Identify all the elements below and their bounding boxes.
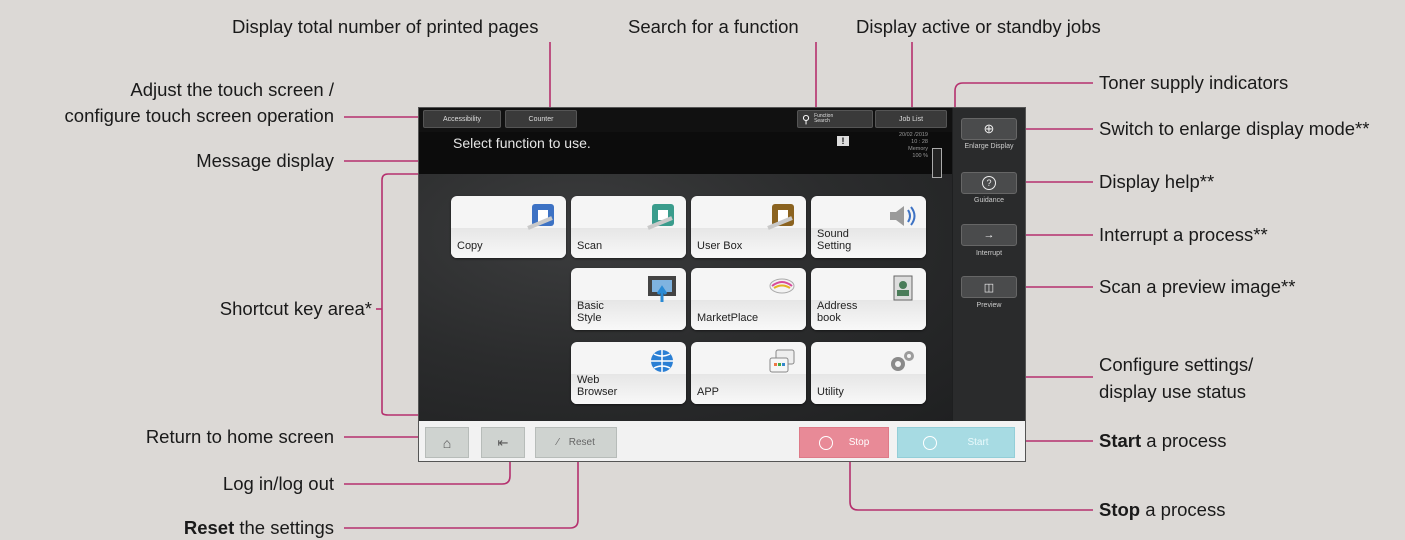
zoom-in-icon: ⊕ xyxy=(983,121,995,136)
tile-label: Copy xyxy=(457,240,483,252)
callout-total-pages: Display total number of printed pages xyxy=(232,16,539,37)
function-search-label: Function Search xyxy=(814,113,834,124)
callout-adjust-touch-line2: configure touch screen operation xyxy=(64,105,334,126)
callout-stop-rest: a process xyxy=(1140,499,1226,520)
basic-style-icon xyxy=(648,276,676,302)
callout-toner: Toner supply indicators xyxy=(1099,72,1289,93)
stop-icon xyxy=(818,435,833,450)
enlarge-display-label: Enlarge Display xyxy=(964,143,1014,150)
preview-label: Preview xyxy=(976,302,1002,309)
status-info: 20/02 /2019 10 : 28 Memory 100 % xyxy=(876,132,928,160)
home-icon: ⌂ xyxy=(442,434,452,451)
callout-start: Start a process xyxy=(1099,429,1227,453)
tile-scan[interactable]: Scan xyxy=(571,196,686,258)
guidance-label: Guidance xyxy=(974,197,1004,204)
tile-label: Sound Setting xyxy=(817,228,852,252)
callout-reset-rest: the settings xyxy=(234,517,334,538)
control-panel: Accessibility Counter ⚲ Function Search … xyxy=(418,107,1026,462)
tile-web-browser[interactable]: Web Browser xyxy=(571,342,686,404)
reset-button[interactable]: ⁄ Reset xyxy=(535,427,617,458)
touch-screen: Accessibility Counter ⚲ Function Search … xyxy=(419,108,952,421)
top-bar: Accessibility Counter ⚲ Function Search … xyxy=(419,108,952,132)
tile-app[interactable]: APP xyxy=(691,342,806,404)
tile-sound-setting[interactable]: Sound Setting xyxy=(811,196,926,258)
preview-icon: ◫ xyxy=(983,281,995,294)
callout-display-help: Display help** xyxy=(1099,171,1215,192)
toner-indicator xyxy=(932,148,942,178)
login-icon: ⇤ xyxy=(497,434,509,450)
user-box-icon xyxy=(767,204,794,230)
tile-user-box[interactable]: User Box xyxy=(691,196,806,258)
start-icon xyxy=(923,435,938,450)
help-icon: ? xyxy=(982,176,996,190)
tile-label: Web Browser xyxy=(577,374,618,398)
callout-enlarge: Switch to enlarge display mode** xyxy=(1099,118,1370,139)
tile-label: MarketPlace xyxy=(697,312,759,324)
tile-label: Address book xyxy=(817,300,858,324)
callout-configure-line2: display use status xyxy=(1099,381,1247,402)
start-label: Start xyxy=(967,437,989,448)
stop-label: Stop xyxy=(848,437,870,448)
tile-label: APP xyxy=(697,386,720,398)
callout-stop-bold: Stop xyxy=(1099,499,1141,520)
marketplace-icon xyxy=(769,278,795,294)
callout-shortcut-area: Shortcut key area* xyxy=(219,298,372,319)
callout-active-jobs: Display active or standby jobs xyxy=(856,16,1101,37)
globe-icon xyxy=(651,350,673,372)
callout-adjust-touch-line1: Adjust the touch screen / xyxy=(130,79,334,100)
reset-label: Reset xyxy=(568,437,595,448)
tile-address-book[interactable]: Address book xyxy=(811,268,926,330)
interrupt-button[interactable]: → xyxy=(961,224,1017,246)
callout-start-rest: a process xyxy=(1141,430,1227,451)
search-icon: ⚲ xyxy=(802,113,811,126)
reset-icon: ⁄ xyxy=(557,437,559,448)
callout-search-function: Search for a function xyxy=(628,16,799,37)
tile-utility[interactable]: Utility xyxy=(811,342,926,404)
warning-icon: ! xyxy=(837,136,849,146)
callout-return-home: Return to home screen xyxy=(145,426,334,447)
callout-configure-line1: Configure settings/ xyxy=(1099,354,1254,375)
address-book-icon xyxy=(893,275,913,301)
preview-button[interactable]: ◫ xyxy=(961,276,1017,298)
interrupt-icon: → xyxy=(983,229,995,241)
copy-icon xyxy=(527,204,554,230)
tile-label: Basic Style xyxy=(577,300,604,324)
counter-button[interactable]: Counter xyxy=(505,110,577,128)
status-date: 20/02 /2019 xyxy=(898,132,928,138)
callout-reset: Reset the settings xyxy=(0,516,334,540)
enlarge-display-button[interactable]: ⊕ xyxy=(961,118,1017,140)
tile-copy[interactable]: Copy xyxy=(451,196,566,258)
tile-label: User Box xyxy=(697,240,743,252)
status-memory-label: Memory xyxy=(908,146,928,152)
function-search-button[interactable]: ⚲ Function Search xyxy=(797,110,873,128)
tile-basic-style[interactable]: Basic Style xyxy=(571,268,686,330)
login-button[interactable]: ⇤ xyxy=(481,427,525,458)
message-text: Select function to use. xyxy=(453,135,591,151)
callout-scan-preview: Scan a preview image** xyxy=(1099,276,1296,297)
callout-interrupt: Interrupt a process** xyxy=(1099,224,1268,245)
sound-icon xyxy=(890,206,916,226)
callout-stop: Stop a process xyxy=(1099,498,1225,522)
start-button[interactable]: Start xyxy=(897,427,1015,458)
stop-button[interactable]: Stop xyxy=(799,427,889,458)
job-list-button[interactable]: Job List xyxy=(875,110,947,128)
scan-icon xyxy=(647,204,674,230)
gear-icon xyxy=(891,351,914,371)
home-button[interactable]: ⌂ xyxy=(425,427,469,458)
tile-marketplace[interactable]: MarketPlace xyxy=(691,268,806,330)
guidance-button[interactable]: ? xyxy=(961,172,1017,194)
callout-message-display: Message display xyxy=(196,150,334,171)
callout-reset-bold: Reset xyxy=(183,517,235,538)
accessibility-button[interactable]: Accessibility xyxy=(423,110,501,128)
interrupt-label: Interrupt xyxy=(975,250,1003,257)
callout-login: Log in/log out xyxy=(222,473,334,494)
status-time: 10 : 28 xyxy=(911,139,928,145)
tile-label: Scan xyxy=(577,240,603,252)
app-icon xyxy=(769,349,795,373)
bottom-button-bar: ⌂ ⇤ ⁄ Reset Stop Start xyxy=(419,421,1025,461)
side-button-panel: ⊕ Enlarge Display ? Guidance → Interrupt… xyxy=(953,108,1025,421)
tile-label: Utility xyxy=(817,386,844,398)
callout-start-bold: Start xyxy=(1099,430,1142,451)
status-memory-value: 100 % xyxy=(912,153,928,159)
